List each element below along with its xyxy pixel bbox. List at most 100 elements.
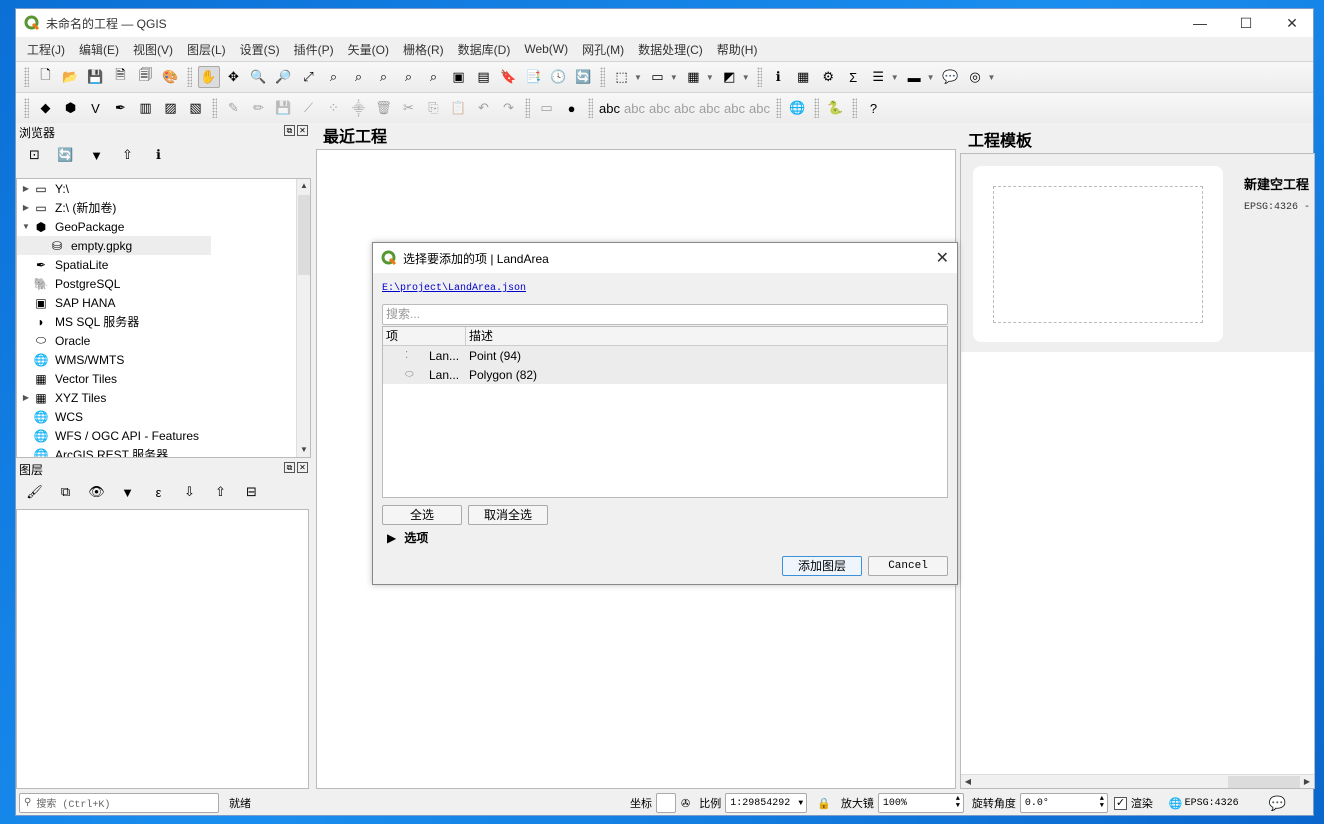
measure-icon[interactable]: ▬ <box>903 66 925 88</box>
save-project-icon[interactable]: 💾 <box>85 66 107 88</box>
magnifier-spinbox[interactable]: 100% ▲ ▼ <box>877 793 964 813</box>
toggle-extents-icon[interactable]: ✇ <box>681 797 690 810</box>
browser-item[interactable]: ⬭ Oracle <box>17 331 310 350</box>
toolbar-grip-handle[interactable] <box>852 98 857 118</box>
browser-item[interactable]: 🌐 WFS / OGC API - Features <box>17 426 310 445</box>
move-label-icon[interactable]: abc <box>699 97 721 119</box>
chevron-down-icon[interactable]: ▼ <box>706 73 714 82</box>
rotation-spinbox[interactable]: 0.0° ▲ ▼ <box>1019 793 1108 813</box>
style-manager-icon[interactable]: 🎨 <box>160 66 182 88</box>
pan-to-selection-icon[interactable]: ✥ <box>223 66 245 88</box>
delete-selected-icon[interactable]: 🗑 <box>373 97 395 119</box>
menu-item[interactable]: 栅格(R) <box>396 41 451 58</box>
menu-item[interactable]: 插件(P) <box>287 41 341 58</box>
field-calculator-icon[interactable]: ☰ <box>867 66 889 88</box>
crs-globe-icon[interactable]: 🌐 <box>1169 797 1183 810</box>
template-item[interactable]: 新建空工程 EPSG:4326 - <box>961 154 1314 352</box>
maximize-button[interactable]: ☐ <box>1223 9 1269 37</box>
scroll-thumb[interactable] <box>298 195 310 275</box>
toggle-editing-icon[interactable]: ✏ <box>248 97 270 119</box>
add-group-icon[interactable]: ⧉ <box>55 481 77 503</box>
new-shapefile-layer-icon[interactable]: V <box>85 97 107 119</box>
toolbar-grip-handle[interactable] <box>187 67 192 87</box>
scroll-right-icon[interactable]: ▶ <box>1300 775 1314 789</box>
browser-item[interactable]: ▶ ▭ Y:\ <box>17 179 310 198</box>
add-selected-layers-icon[interactable]: ⊡ <box>24 144 46 166</box>
zoom-layer-icon[interactable]: ⌕ <box>348 66 370 88</box>
cancel-button[interactable]: Cancel <box>868 556 948 576</box>
help-icon[interactable]: ? <box>863 97 885 119</box>
browser-item[interactable]: 🌐 ArcGIS REST 服务器 <box>17 445 310 458</box>
chevron-down-icon[interactable]: ▼ <box>634 73 642 82</box>
attribute-table-icon[interactable]: ▦ <box>792 66 814 88</box>
menu-item[interactable]: 设置(S) <box>233 41 287 58</box>
layer-styling-icon[interactable]: 🖌 <box>24 481 46 503</box>
layers-tree[interactable] <box>16 509 309 789</box>
menu-item[interactable]: 图层(L) <box>180 41 233 58</box>
menu-item[interactable]: 编辑(E) <box>72 41 126 58</box>
show-bookmarks-icon[interactable]: 📑 <box>523 66 545 88</box>
identify-icon[interactable]: ℹ <box>767 66 789 88</box>
temporal-controller-icon[interactable]: 🕓 <box>548 66 570 88</box>
browser-item[interactable]: ◗ MS SQL 服务器 <box>17 312 310 331</box>
locator-icon[interactable]: ◎ <box>964 66 986 88</box>
zoom-selection-icon[interactable]: ⌕ <box>323 66 345 88</box>
scroll-up-icon[interactable]: ▲ <box>297 179 310 193</box>
toolbar-grip-handle[interactable] <box>525 98 530 118</box>
select-by-expression-icon[interactable]: ▦ <box>682 66 704 88</box>
new-temporary-layer-icon[interactable]: ▥ <box>135 97 157 119</box>
digitize-line-icon[interactable]: ⟋ <box>298 97 320 119</box>
new-geopackage-layer-icon[interactable]: ⬢ <box>60 97 82 119</box>
minimize-button[interactable]: — <box>1177 9 1223 37</box>
zoom-out-icon[interactable]: 🔎 <box>273 66 295 88</box>
new-map-view-icon[interactable]: ▣ <box>448 66 470 88</box>
toolbar-grip-handle[interactable] <box>814 98 819 118</box>
chevron-down-icon[interactable]: ▼ <box>891 73 899 82</box>
messages-icon[interactable]: 💬 <box>1269 795 1286 812</box>
new-bookmark-icon[interactable]: 🔖 <box>498 66 520 88</box>
label-toolbar-icon[interactable]: ▭ <box>536 97 558 119</box>
vertex-tool-icon[interactable]: ⁘ <box>323 97 345 119</box>
templates-hscrollbar[interactable]: ◀ ▶ <box>961 774 1314 788</box>
browser-item[interactable]: 🌐 WMS/WMTS <box>17 350 310 369</box>
select-location-icon[interactable]: ◩ <box>718 66 740 88</box>
change-label-icon[interactable]: abc <box>749 97 771 119</box>
float-panel-icon[interactable]: ⧉ <box>284 462 295 473</box>
map-tips-icon[interactable]: 💬 <box>939 66 961 88</box>
show-hide-label-icon[interactable]: abc <box>674 97 696 119</box>
undo-icon[interactable]: ↶ <box>473 97 495 119</box>
pin-label-icon[interactable]: abc <box>649 97 671 119</box>
pan-icon[interactable]: ✋ <box>197 66 220 88</box>
new-virtual-layer-icon[interactable]: ▨ <box>160 97 182 119</box>
filter-legend-icon[interactable]: ▼ <box>117 481 139 503</box>
menu-item[interactable]: 数据库(D) <box>451 41 518 58</box>
scroll-down-icon[interactable]: ▼ <box>297 443 310 457</box>
expand-arrow-icon[interactable]: ▼ <box>19 222 33 231</box>
menu-item[interactable]: 网孔(M) <box>575 41 631 58</box>
add-layers-button[interactable]: 添加图层 <box>782 556 862 576</box>
scale-combo[interactable]: 1:29854292 ▼ <box>725 793 808 813</box>
locator-search-input[interactable]: ⚲ 搜索 (Ctrl+K) <box>19 793 219 813</box>
properties-icon[interactable]: ℹ <box>148 144 170 166</box>
modify-attributes-icon[interactable]: ⸎ <box>348 97 370 119</box>
deselect-all-button[interactable]: 取消全选 <box>468 505 548 525</box>
menu-item[interactable]: 矢量(O) <box>341 41 396 58</box>
browser-scrollbar[interactable]: ▲ ▼ <box>296 179 310 457</box>
expand-arrow-icon[interactable]: ▶ <box>19 393 33 402</box>
statistics-icon[interactable]: Σ <box>842 66 864 88</box>
rotate-label-icon[interactable]: abc <box>724 97 746 119</box>
file-path-link[interactable]: E:\project\LandArea.json <box>382 283 526 294</box>
remove-layer-icon[interactable]: ⊟ <box>241 481 263 503</box>
collapse-all-icon[interactable]: ⇧ <box>210 481 232 503</box>
layer-labeling-icon[interactable]: abc <box>599 97 621 119</box>
collapse-all-icon[interactable]: ⇧ <box>117 144 139 166</box>
close-panel-icon[interactable]: ✕ <box>297 462 308 473</box>
new-3d-map-view-icon[interactable]: ▤ <box>473 66 495 88</box>
menu-item[interactable]: 工程(J) <box>20 41 72 58</box>
close-button[interactable]: ✕ <box>1269 9 1315 37</box>
spin-arrows-icon[interactable]: ▲ ▼ <box>1100 796 1104 810</box>
browser-item[interactable]: ▶ ▭ Z:\ (新加卷) <box>17 198 310 217</box>
open-project-icon[interactable]: 📂 <box>60 66 82 88</box>
filter-icon[interactable]: ▼ <box>86 144 108 166</box>
refresh-icon[interactable]: 🔄 <box>573 66 595 88</box>
